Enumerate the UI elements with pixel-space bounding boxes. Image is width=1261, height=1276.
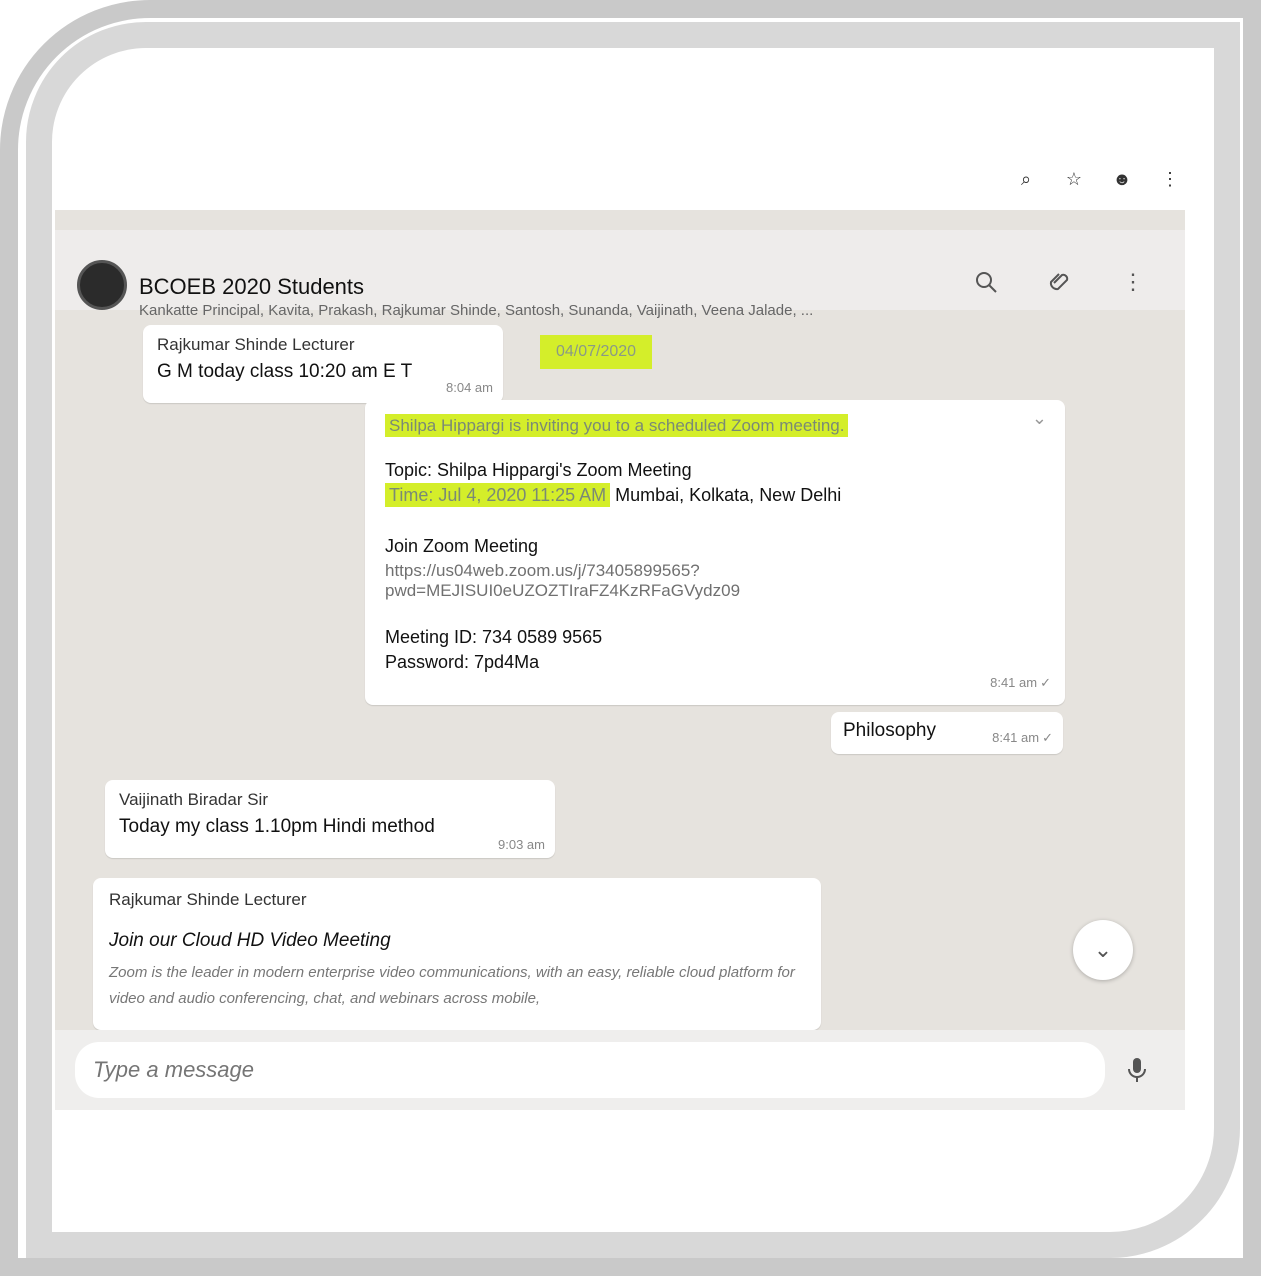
check-icon: ✓ [1040, 675, 1051, 690]
scroll-down-button[interactable]: ⌄ [1073, 920, 1133, 980]
link-preview-description: Zoom is the leader in modern enterprise … [109, 964, 795, 1007]
extension-icon[interactable]: ☻ [1111, 168, 1133, 190]
message-text: Philosophy [843, 720, 936, 741]
group-title[interactable]: BCOEB 2020 Students [139, 274, 364, 300]
message-bubble-3: Rajkumar Shinde Lecturer Join our Cloud … [93, 878, 821, 1030]
browser-toolbar: ⌕ ☆ ☻ ⋮ [1015, 168, 1181, 190]
message-input[interactable] [75, 1042, 1105, 1098]
message-sender: Vaijinath Biradar Sir [119, 790, 268, 809]
page: ⌕ ☆ ☻ ⋮ BCOEB 2020 Students Kankatte Pri… [0, 0, 1261, 1276]
meeting-id: Meeting ID: 734 0589 9565 [385, 627, 603, 647]
chat-menu-icon[interactable]: ⋮ [1117, 266, 1149, 298]
message-time: 9:03 am [498, 837, 545, 852]
date-highlight: 04/07/2020 [540, 335, 653, 369]
chat-header: BCOEB 2020 Students Kankatte Principal, … [55, 230, 1185, 319]
zoom-invite-bubble: ⌄ Shilpa Hippargi is inviting you to a s… [365, 400, 1065, 705]
message-bubble-2: Vaijinath Biradar Sir Today my class 1.1… [105, 780, 555, 858]
check-icon: ✓ [1042, 730, 1053, 745]
message-bubble-1: Rajkumar Shinde Lecturer G M today class… [143, 325, 503, 403]
message-composer [55, 1030, 1185, 1110]
meeting-password: Password: 7pd4Ma [385, 652, 540, 672]
group-members: Kankatte Principal, Kavita, Prakash, Raj… [139, 302, 814, 319]
message-sender: Rajkumar Shinde Lecturer [157, 335, 355, 354]
meeting-link[interactable]: https://us04web.zoom.us/j/73405899565? [385, 561, 1045, 581]
zoom-icon[interactable]: ⌕ [1015, 168, 1037, 190]
message-sender: Rajkumar Shinde Lecturer [109, 890, 307, 909]
meeting-topic: Topic: Shilpa Hippargi's Zoom Meeting [385, 460, 692, 480]
search-icon[interactable] [970, 266, 1002, 298]
chevron-down-icon[interactable]: ⌄ [1032, 408, 1047, 429]
message-text: G M today class 10:20 am E T [157, 361, 413, 382]
chat-window: BCOEB 2020 Students Kankatte Principal, … [55, 210, 1185, 1110]
link-preview-title[interactable]: Join our Cloud HD Video Meeting [109, 930, 805, 952]
message-time: 8:04 am [446, 380, 493, 395]
message-time: 8:41 am ✓ [990, 675, 1051, 690]
message-bubble-philosophy: Philosophy 8:41 am ✓ [831, 712, 1063, 754]
meeting-time: Time: Jul 4, 2020 11:25 AM Mumbai, Kolka… [385, 483, 1045, 507]
message-time: 8:41 am ✓ [992, 730, 1053, 745]
meeting-link-password[interactable]: pwd=MEJISUI0eUZOZTIraFZ4KzRFaGVydz09 [385, 581, 1045, 601]
message-text: Today my class 1.10pm Hindi method [119, 816, 435, 837]
invite-line: Shilpa Hippargi is inviting you to a sch… [385, 414, 1045, 437]
star-icon[interactable]: ☆ [1063, 168, 1085, 190]
browser-menu-icon[interactable]: ⋮ [1159, 168, 1181, 190]
microphone-icon[interactable] [1119, 1052, 1155, 1088]
group-avatar[interactable] [77, 260, 127, 310]
join-heading: Join Zoom Meeting [385, 536, 539, 556]
attach-icon[interactable] [1043, 266, 1075, 298]
